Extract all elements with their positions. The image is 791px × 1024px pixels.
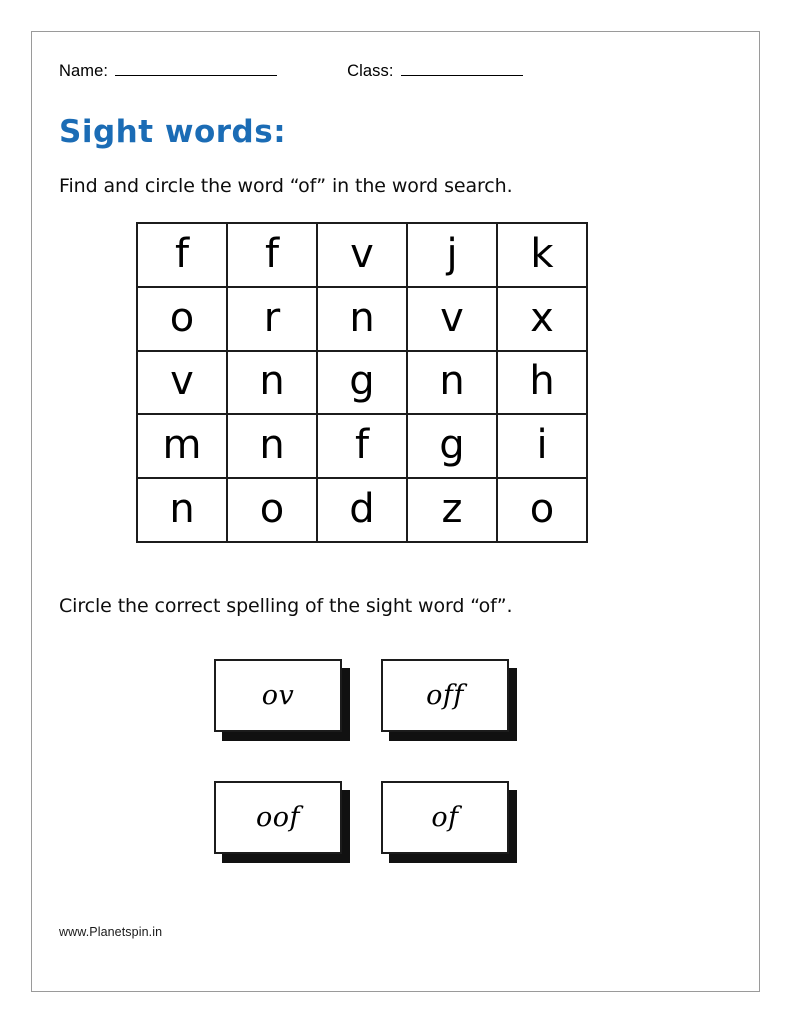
spelling-instruction: Circle the correct spelling of the sight…: [59, 595, 513, 617]
grid-cell[interactable]: r: [228, 287, 318, 352]
spelling-choice-card[interactable]: oof: [214, 781, 350, 863]
grid-cell[interactable]: f: [228, 224, 318, 288]
grid-cell[interactable]: k: [498, 224, 588, 288]
grid-cell[interactable]: o: [138, 287, 228, 352]
class-field-group: Class:: [347, 62, 523, 81]
spelling-choice-card[interactable]: ov: [214, 659, 350, 741]
name-field-group: Name:: [59, 62, 278, 81]
word-search-instruction: Find and circle the word “of” in the wor…: [59, 175, 513, 197]
class-label: Class:: [347, 62, 394, 80]
grid-cell[interactable]: g: [318, 351, 408, 416]
grid-cell[interactable]: o: [498, 479, 588, 543]
word-search-grid: ffvjkornvxvngnhmnfginodzo: [136, 222, 588, 543]
card-face[interactable]: oof: [214, 781, 342, 854]
name-input-line[interactable]: [115, 62, 278, 76]
grid-cell[interactable]: v: [408, 287, 498, 352]
footer-website: www.Planetspin.in: [59, 925, 163, 939]
grid-cell[interactable]: n: [408, 351, 498, 416]
card-label: of: [431, 802, 459, 833]
class-input-line[interactable]: [400, 62, 523, 76]
grid-cell[interactable]: n: [228, 351, 318, 416]
grid-cell[interactable]: h: [498, 351, 588, 416]
grid-cell[interactable]: v: [138, 351, 228, 416]
grid-cell[interactable]: o: [228, 479, 318, 543]
page-title: Sight words:: [59, 114, 287, 150]
grid-cell[interactable]: j: [408, 224, 498, 288]
card-face[interactable]: ov: [214, 659, 342, 732]
grid-cell[interactable]: i: [498, 415, 588, 480]
grid-cell[interactable]: x: [498, 287, 588, 352]
grid-cell[interactable]: v: [318, 224, 408, 288]
card-label: off: [426, 680, 464, 711]
card-face[interactable]: of: [381, 781, 509, 854]
grid-cell[interactable]: n: [318, 287, 408, 352]
spelling-choice-cards: ov off oof of: [214, 659, 544, 904]
grid-cell[interactable]: g: [408, 415, 498, 480]
grid-cell[interactable]: n: [138, 479, 228, 543]
name-label: Name:: [59, 62, 109, 80]
grid-cell[interactable]: d: [318, 479, 408, 543]
card-label: oof: [255, 802, 300, 833]
spelling-choice-card[interactable]: off: [381, 659, 517, 741]
grid-cell[interactable]: f: [138, 224, 228, 288]
card-label: ov: [261, 680, 295, 711]
grid-cell[interactable]: f: [318, 415, 408, 480]
student-info-row: Name: Class:: [59, 62, 699, 92]
card-face[interactable]: off: [381, 659, 509, 732]
spelling-choice-card[interactable]: of: [381, 781, 517, 863]
grid-cell[interactable]: n: [228, 415, 318, 480]
grid-cell[interactable]: m: [138, 415, 228, 480]
grid-cell[interactable]: z: [408, 479, 498, 543]
